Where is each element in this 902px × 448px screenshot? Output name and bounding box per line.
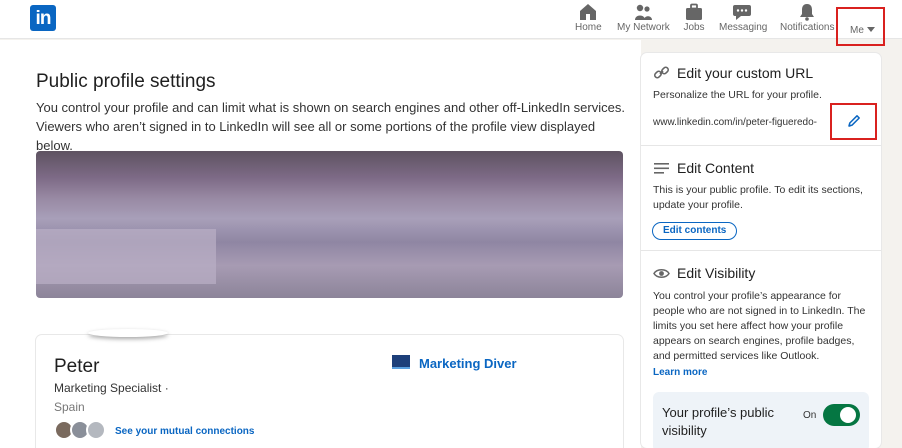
top-nav: in Home My Network Jobs Messaging Notifi… [0, 0, 902, 39]
profile-location: Spain [54, 400, 85, 414]
link-icon [653, 66, 670, 79]
company-link[interactable]: Marketing Diver [419, 356, 517, 371]
public-visibility-setting: Your profile’s public visibility On [653, 392, 869, 448]
page-description: You control your profile and can limit w… [36, 100, 625, 153]
main-panel: Public profile settings You control your… [0, 40, 641, 448]
edit-content-title: Edit Content [677, 160, 755, 176]
nav-home-label: Home [575, 22, 602, 33]
nav-notifications-label: Notifications [780, 22, 835, 33]
profile-background-image [36, 151, 623, 298]
edit-url-button[interactable] [830, 103, 877, 140]
lines-icon [654, 163, 669, 174]
edit-contents-button[interactable]: Edit contents [652, 222, 738, 240]
custom-url-title: Edit your custom URL [677, 65, 814, 81]
avatar [88, 329, 168, 337]
profile-url: www.linkedin.com/in/peter-figueredo- [653, 117, 817, 128]
nav-messaging[interactable]: Messaging [719, 3, 768, 37]
toggle-state-label: On [803, 410, 817, 421]
nav-my-network[interactable]: My Network [617, 3, 670, 37]
public-visibility-toggle[interactable] [823, 404, 860, 426]
briefcase-icon [686, 3, 702, 20]
caret-down-icon [866, 27, 875, 32]
company-logo [392, 355, 410, 369]
toggle-knob [840, 407, 856, 423]
edit-content-text: This is your public profile. To edit its… [653, 184, 863, 211]
nav-me-label-wrap: Me [850, 25, 875, 36]
people-icon [635, 4, 652, 20]
nav-home[interactable]: Home [575, 3, 602, 37]
avatar [86, 420, 106, 440]
linkedin-logo[interactable]: in [30, 5, 56, 31]
mutual-connection-avatars[interactable] [54, 420, 110, 440]
pencil-icon [848, 115, 860, 127]
home-icon [580, 4, 596, 20]
nav-messaging-label: Messaging [719, 22, 768, 33]
nav-notifications[interactable]: Notifications [780, 3, 834, 37]
profile-headline: Marketing Specialist · [54, 381, 169, 395]
banner-blurred-region [36, 229, 216, 284]
custom-url-text: Personalize the URL for your profile. [653, 89, 822, 101]
mutual-connections-link[interactable]: See your mutual connections [115, 426, 254, 437]
profile-name: Peter [54, 356, 100, 377]
nav-jobs-label: Jobs [683, 22, 705, 33]
profile-preview-card: Peter Marketing Specialist · Spain See y… [36, 329, 623, 448]
learn-more-link[interactable]: Learn more [653, 367, 707, 378]
edit-visibility-title: Edit Visibility [677, 265, 756, 281]
message-icon [733, 5, 751, 20]
public-visibility-label: Your profile’s public visibility [662, 405, 775, 438]
edit-visibility-text: You control your profile’s appearance fo… [653, 290, 866, 362]
nav-my-network-label: My Network [617, 22, 670, 33]
nav-me-menu[interactable]: Me [836, 7, 885, 46]
nav-jobs[interactable]: Jobs [683, 3, 705, 37]
bell-icon [800, 4, 814, 21]
eye-icon [653, 269, 670, 278]
page-title: Public profile settings [36, 71, 216, 92]
nav-me-label: Me [850, 25, 864, 36]
